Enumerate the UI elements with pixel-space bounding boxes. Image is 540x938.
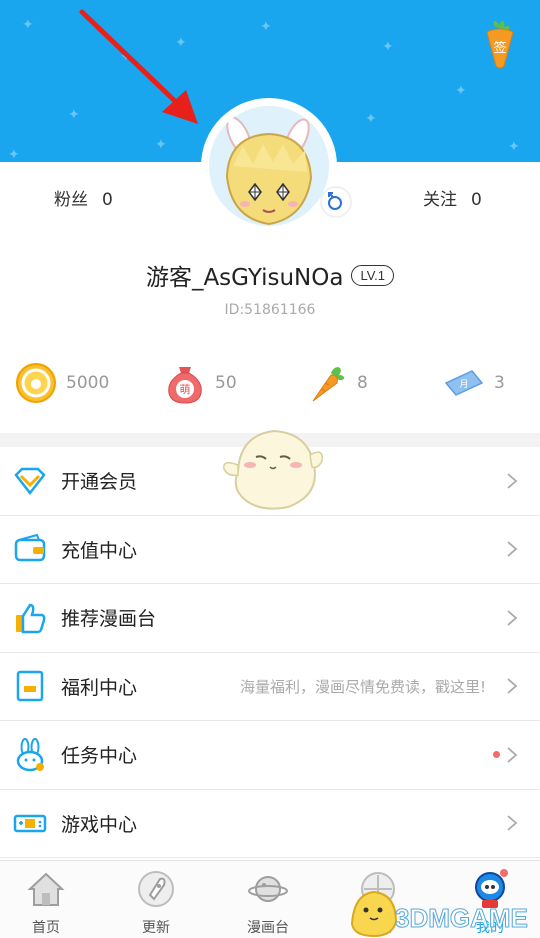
svg-text:萌: 萌: [180, 382, 191, 396]
chevron-right-icon: [507, 678, 518, 694]
avatar-image: [209, 106, 329, 226]
wallet-item-bag[interactable]: 萌 50: [163, 355, 237, 411]
nav-home[interactable]: 首页: [0, 861, 96, 938]
wallet-item-coins[interactable]: 5000: [14, 355, 109, 411]
follow-stat[interactable]: 关注 0: [423, 185, 482, 210]
nav-comics[interactable]: 漫画台: [218, 861, 318, 938]
rocket-icon: [138, 871, 174, 907]
chevron-right-icon: [507, 541, 518, 557]
wallet-value: 5000: [66, 373, 110, 393]
welfare-hint: 海量福利，漫画尽情免费读，戳这里!: [239, 677, 486, 696]
star-decoration: ✦: [365, 111, 377, 127]
diamond-icon: [14, 467, 46, 495]
chevron-right-icon: [507, 610, 518, 626]
user-id: ID:51861166: [224, 302, 316, 318]
star-decoration: ✦: [382, 39, 394, 55]
menu-label: 任务中心: [61, 745, 138, 768]
menu-item-recharge[interactable]: 充值中心: [0, 516, 540, 584]
nav-update[interactable]: 更新: [106, 861, 206, 938]
fans-stat[interactable]: 粉丝 0: [54, 185, 113, 210]
menu-label: 推荐漫画台: [61, 608, 157, 631]
watermark: 3DMGAME: [395, 903, 529, 934]
menu-label: 充值中心: [61, 539, 138, 562]
menu-label: 开通会员: [61, 471, 138, 494]
star-decoration: ✦: [22, 17, 34, 33]
checkin-button[interactable]: 签: [482, 18, 518, 70]
menu-label: 游戏中心: [61, 813, 138, 836]
wallet-item-carrot[interactable]: 8: [305, 355, 368, 411]
thumbs-up-icon: [16, 603, 46, 633]
star-decoration: ✦: [455, 83, 467, 99]
rabbit-icon: [16, 737, 44, 771]
menu-item-tasks[interactable]: 任务中心: [0, 721, 540, 790]
wallet-value: 50: [215, 373, 237, 393]
star-decoration: ✦: [260, 19, 272, 35]
wallet-value: 3: [494, 373, 505, 393]
avatar[interactable]: [209, 106, 329, 226]
wallet-value: 8: [357, 373, 368, 393]
gamepad-icon: [13, 815, 47, 833]
star-decoration: ✦: [8, 147, 20, 162]
menu-item-welfare[interactable]: 福利中心 海量福利，漫画尽情免费读，戳这里!: [0, 653, 540, 721]
annotation-arrow: [79, 9, 198, 124]
svg-text:月: 月: [459, 379, 468, 390]
chevron-right-icon: [507, 473, 518, 489]
watermark-mascot: [350, 890, 398, 938]
username-row: 游客_AsGYisuNOa LV.1: [0, 258, 540, 292]
planet-icon: [248, 876, 288, 902]
username: 游客_AsGYisuNOa: [145, 265, 344, 291]
chevron-right-icon: [507, 815, 518, 831]
wallet-item-ticket[interactable]: 月 3: [442, 355, 505, 411]
gender-badge: [320, 186, 352, 218]
carrot-checkin-icon: 签: [486, 20, 514, 69]
follow-count: 0: [471, 190, 482, 210]
gift-card-icon: [16, 671, 44, 702]
follow-label: 关注: [423, 190, 457, 210]
fans-count: 0: [102, 190, 113, 210]
menu-item-games[interactable]: 游戏中心: [0, 790, 540, 858]
star-decoration: ✦: [155, 137, 167, 153]
wallet-row: 5000 萌 50 8 月 3: [0, 355, 540, 411]
male-icon: [328, 192, 342, 210]
monthly-ticket-icon: 月: [444, 370, 484, 396]
menu-label: 福利中心: [61, 676, 138, 699]
floating-mascot[interactable]: [218, 425, 328, 513]
carrot-icon: [312, 367, 345, 402]
level-badge: LV.1: [351, 264, 395, 286]
nav-label: 首页: [32, 920, 60, 936]
coin-icon: [16, 363, 56, 403]
bag-icon: 萌: [168, 367, 202, 404]
nav-label: 更新: [142, 920, 170, 936]
notification-dot: [493, 751, 500, 759]
fans-label: 粉丝: [54, 190, 88, 210]
star-decoration: ✦: [508, 139, 520, 155]
home-icon: [27, 872, 65, 906]
menu-item-recommend[interactable]: 推荐漫画台: [0, 584, 540, 653]
chevron-right-icon: [507, 747, 518, 763]
wallet-icon: [14, 534, 46, 562]
svg-text:签: 签: [493, 40, 506, 56]
nav-label: 漫画台: [247, 920, 289, 936]
